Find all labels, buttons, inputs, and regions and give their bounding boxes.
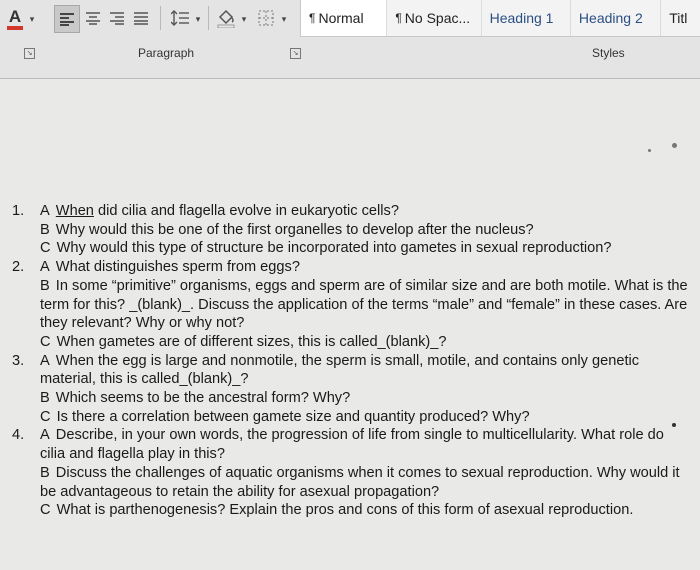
justify-button[interactable] [130,6,152,30]
question-part: B Discuss the challenges of aquatic orga… [40,464,680,500]
question-part: A Describe, in your own words, the progr… [40,427,664,463]
font-color-button[interactable]: A [4,6,26,32]
question-number: 3. [12,352,25,369]
question-item: 2. A What distinguishes sperm from eggs?… [12,258,692,352]
align-center-button[interactable] [82,6,104,30]
part-text: Is there a correlation between gamete si… [56,408,530,425]
ribbon: A ▾ ▾ ▾ ▾ ¶ Normal ¶ No Spac... Heading … [0,0,700,79]
underlined-word: When [55,203,94,219]
align-right-button[interactable] [106,6,128,30]
pilcrow-icon: ¶ [309,11,316,25]
toolbar-divider [208,6,209,30]
line-spacing-button[interactable] [168,6,192,30]
question-item: 1. A When did cilia and flagella evolve … [12,202,692,258]
styles-group-label: Styles [592,46,625,60]
question-number: 1. [12,203,25,219]
question-part: C What is parthenogenesis? Explain the p… [40,502,634,519]
question-item: 4. A Describe, in your own words, the pr… [12,426,692,520]
styles-gallery: ¶ Normal ¶ No Spac... Heading 1 Heading … [300,0,700,37]
borders-button[interactable] [254,6,278,30]
part-text: In some “primitive” organisms, eggs and … [40,277,688,332]
font-color-icon: A [7,8,23,30]
paragraph-dialog-launcher-icon[interactable]: ↘ [290,48,301,59]
smudge [648,149,651,152]
style-normal[interactable]: ¶ Normal [301,0,388,36]
pilcrow-icon: ¶ [395,11,402,25]
question-part: B Which seems to be the ancestral form? … [40,390,351,407]
paint-bucket-icon [217,9,235,28]
align-left-icon [60,13,74,26]
borders-dropdown[interactable]: ▾ [278,8,290,30]
part-text: What is parthenogenesis? Explain the pro… [56,502,634,519]
align-left-button[interactable] [54,5,80,33]
font-color-dropdown[interactable]: ▾ [26,8,38,30]
style-heading-2[interactable]: Heading 2 [571,0,662,36]
justify-icon [134,12,148,25]
question-body: A Describe, in your own words, the progr… [40,426,692,520]
question-part: B Why would this be one of the first org… [40,221,534,238]
question-part: C Why would this type of structure be in… [40,240,612,257]
paragraph-group-label: Paragraph [138,46,195,60]
question-part: A When did cilia and flagella evolve in … [40,203,399,219]
toolbar-divider [160,6,161,30]
style-label: Normal [318,10,364,26]
question-body: A When did cilia and flagella evolve in … [40,202,692,258]
style-label: Heading 1 [489,10,554,26]
smudge [672,143,677,148]
font-dialog-launcher-icon[interactable]: ↘ [24,48,35,59]
borders-icon [258,10,274,26]
part-text: Why would this be one of the first organ… [55,221,534,238]
style-no-spacing[interactable]: ¶ No Spac... [387,0,482,36]
question-part: C When gametes are of different sizes, t… [40,333,447,350]
align-right-icon [110,12,124,25]
question-number: 2. [12,259,25,276]
style-label: Titl [669,10,688,26]
question-list: 1. A When did cilia and flagella evolve … [12,202,692,520]
shading-button[interactable] [214,6,238,30]
style-heading-1[interactable]: Heading 1 [482,0,571,36]
part-text: did cilia and flagella evolve in eukaryo… [93,203,399,219]
part-text: Why would this type of structure be inco… [56,240,612,257]
part-text: What distinguishes sperm from eggs? [55,259,300,276]
question-part: C Is there a correlation between gamete … [40,408,530,425]
question-part: A What distinguishes sperm from eggs? [40,259,300,276]
line-spacing-icon [171,10,189,26]
part-text: Which seems to be the ancestral form? Wh… [55,390,351,407]
question-body: A What distinguishes sperm from eggs? B … [40,258,692,352]
align-center-icon [86,12,100,25]
style-title[interactable]: Titl [661,0,700,36]
style-label: No Spac... [404,10,471,26]
question-part: A When the egg is large and nonmotile, t… [40,352,640,388]
part-text: Discuss the challenges of aquatic organi… [40,464,680,500]
style-label: Heading 2 [578,10,643,26]
part-text: Describe, in your own words, the progres… [40,427,664,463]
question-item: 3. A When the egg is large and nonmotile… [12,352,692,427]
part-text: When the egg is large and nonmotile, the… [40,352,640,388]
question-part: B In some “primitive” organisms, eggs an… [40,277,688,332]
shading-dropdown[interactable]: ▾ [238,8,250,30]
question-number: 4. [12,427,25,444]
line-spacing-dropdown[interactable]: ▾ [192,8,204,30]
question-body: A When the egg is large and nonmotile, t… [40,352,692,427]
part-text: When gametes are of different sizes, thi… [56,333,447,350]
